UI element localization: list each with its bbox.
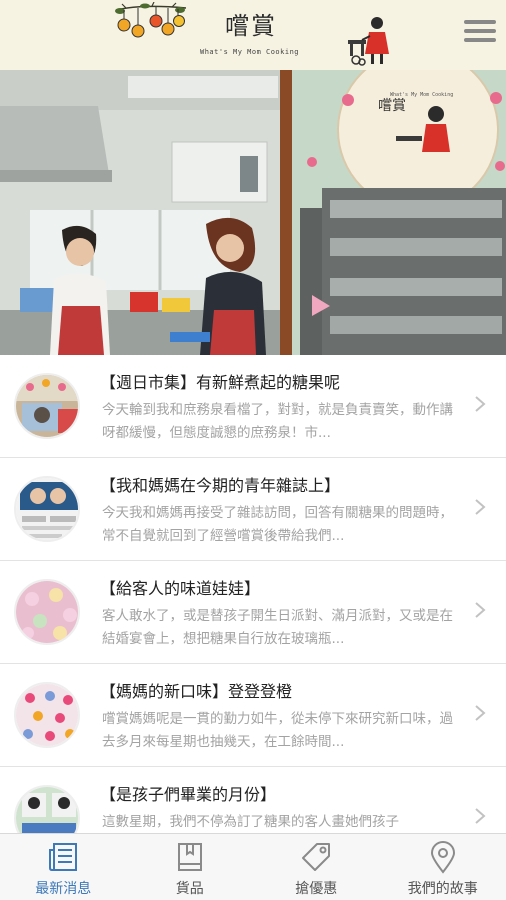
- news-list-item[interactable]: 【週日市集】有新鮮煮起的糖果呢 今天輪到我和庶務泉看檔了，對對，就是負責賣笑，動…: [0, 355, 506, 458]
- tab-label: 搶優惠: [295, 881, 338, 897]
- news-list-item[interactable]: 【是孩子們畢業的月份】 這數星期，我們不停為訂了糖果的客人畫她們孩子: [0, 767, 506, 833]
- news-excerpt: 今天我和媽媽再接受了雜誌訪問，回答有關糖果的問題時，常不自覺就回到了經營嚐賞後帶…: [102, 505, 453, 544]
- tag-icon: [302, 843, 331, 871]
- bottom-tab-bar: 最新消息 貨品 搶優惠 我們的故事: [0, 833, 506, 900]
- hero-banner-photo: 嚐賞 What's My Mom Cooking: [0, 70, 506, 355]
- news-excerpt: 嚐賞媽媽呢是一貫的勤力如牛，從未停下來研究新口味，過去多月來每星期也抽幾天，在工…: [102, 711, 453, 750]
- app-logo-title: 嚐賞: [225, 12, 277, 40]
- tab-deals[interactable]: 搶優惠: [253, 834, 380, 900]
- news-title: 【週日市集】有新鮮煮起的糖果呢: [100, 373, 341, 392]
- news-excerpt: 客人敢水了，或是替孩子開生日派對、滿月派對，又或是在結婚宴會上，想把糖果自行放在…: [102, 608, 453, 647]
- tab-label: 最新消息: [35, 881, 92, 897]
- tab-our-story[interactable]: 我們的故事: [380, 834, 506, 900]
- menu-line: [464, 29, 496, 33]
- girl-cooking-logo-icon: [348, 17, 389, 66]
- news-thumbnail: [14, 785, 80, 833]
- news-list: 【週日市集】有新鮮煮起的糖果呢 今天輪到我和庶務泉看檔了，對對，就是負責賣笑，動…: [0, 355, 506, 833]
- news-title: 【是孩子們畢業的月份】: [100, 785, 277, 804]
- shop-kitchen-scene: 嚐賞 What's My Mom Cooking: [0, 70, 506, 355]
- app-logo-subtitle: What's My Mom Cooking: [200, 48, 300, 56]
- book-icon: [177, 843, 202, 871]
- news-title: 【媽媽的新口味】登登登橙: [100, 682, 293, 701]
- menu-line: [464, 38, 496, 42]
- news-excerpt: 今天輪到我和庶務泉看檔了，對對，就是負責賣笑，動作講呀都緩慢，但態度誠懇的庶務泉…: [102, 402, 453, 441]
- chevron-right-icon: [475, 808, 486, 824]
- hamburger-menu-button[interactable]: [464, 20, 496, 50]
- news-thumbnail: [14, 476, 80, 542]
- tab-label: 我們的故事: [407, 881, 478, 897]
- menu-line: [464, 20, 496, 24]
- news-list-item[interactable]: 【媽媽的新口味】登登登橙 嚐賞媽媽呢是一貫的勤力如牛，從未停下來研究新口味，過去…: [0, 664, 506, 767]
- news-icon: [49, 843, 78, 871]
- app-header: 嚐賞 What's My Mom Cooking: [0, 0, 506, 70]
- wall-sign-subtitle: What's My Mom Cooking: [390, 92, 453, 98]
- news-title: 【我和媽媽在今期的青年雜誌上】: [100, 476, 341, 495]
- news-thumbnail: [14, 373, 80, 439]
- tab-label: 貨品: [175, 881, 204, 897]
- wall-sign-title: 嚐賞: [378, 98, 406, 114]
- chevron-right-icon: [475, 602, 486, 618]
- tab-products[interactable]: 貨品: [127, 834, 254, 900]
- chevron-right-icon: [475, 499, 486, 515]
- fruit-branch-logo-icon: [115, 2, 187, 38]
- location-pin-icon: [430, 841, 455, 874]
- news-excerpt: 這數星期，我們不停為訂了糖果的客人畫她們孩子: [102, 814, 399, 830]
- chevron-right-icon: [475, 396, 486, 412]
- news-list-item[interactable]: 【給客人的味道娃娃】 客人敢水了，或是替孩子開生日派對、滿月派對，又或是在結婚宴…: [0, 561, 506, 664]
- chevron-right-icon: [475, 705, 486, 721]
- news-title: 【給客人的味道娃娃】: [100, 579, 261, 598]
- news-thumbnail: [14, 682, 80, 748]
- tab-latest-news[interactable]: 最新消息: [0, 834, 127, 900]
- news-thumbnail: [14, 579, 80, 645]
- news-list-item[interactable]: 【我和媽媽在今期的青年雜誌上】 今天我和媽媽再接受了雜誌訪問，回答有關糖果的問題…: [0, 458, 506, 561]
